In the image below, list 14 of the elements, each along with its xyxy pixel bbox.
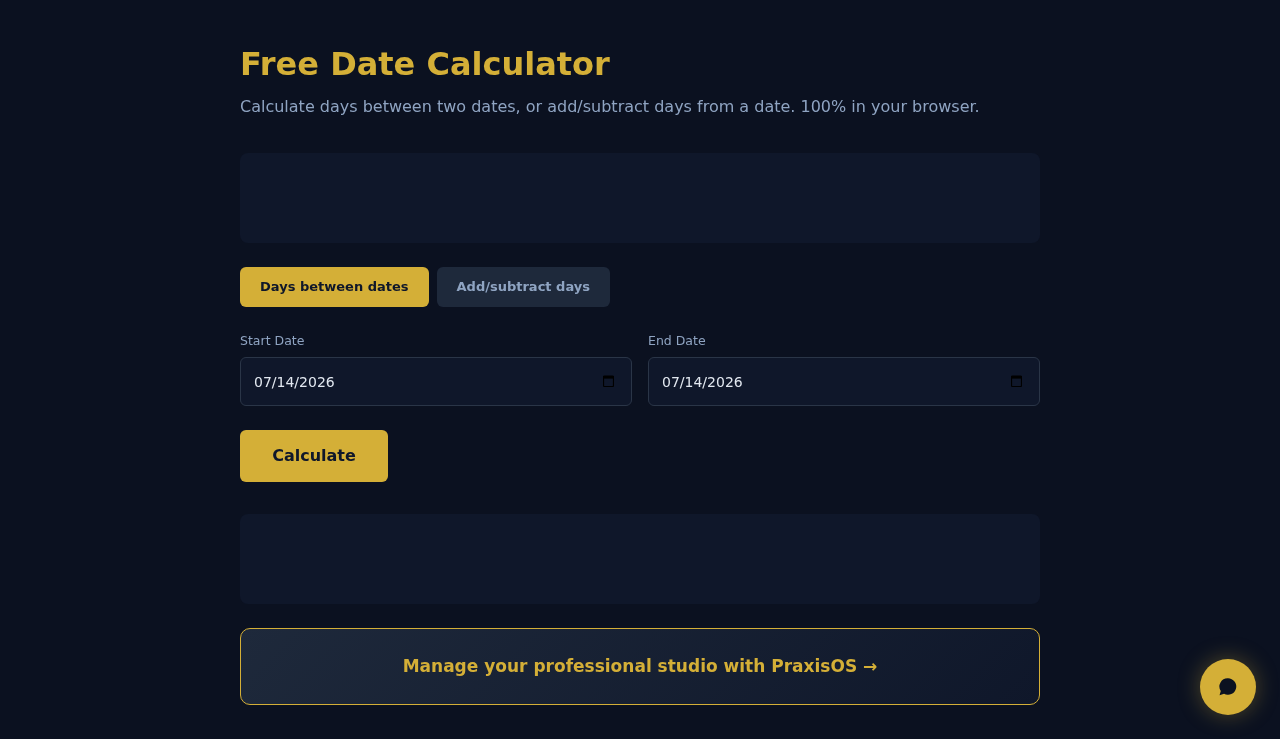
calendar-icon[interactable]	[603, 375, 614, 387]
chat-button[interactable]	[1200, 659, 1256, 715]
field-label: End Date	[648, 333, 706, 349]
date-field[interactable]: 07/14/2026	[648, 357, 1040, 406]
mode-tab[interactable]: Add/subtract days	[436, 267, 610, 307]
calendar-icon[interactable]	[1011, 375, 1022, 387]
chat-bubble-icon	[1217, 676, 1239, 698]
field-label: Start Date	[240, 333, 305, 349]
page-subtitle: Calculate days between two dates, or add/subtract days from a date. 100% in your browser.	[240, 96, 980, 118]
date-field[interactable]: 07/14/2026	[240, 357, 632, 406]
page-title: Free Date Calculator	[240, 44, 610, 85]
mode-tab[interactable]: Days between dates	[240, 267, 429, 307]
calculate-button[interactable]: Calculate	[240, 430, 388, 482]
promo-banner-link[interactable]: Manage your professional studio with PraxisOS →	[240, 628, 1040, 705]
